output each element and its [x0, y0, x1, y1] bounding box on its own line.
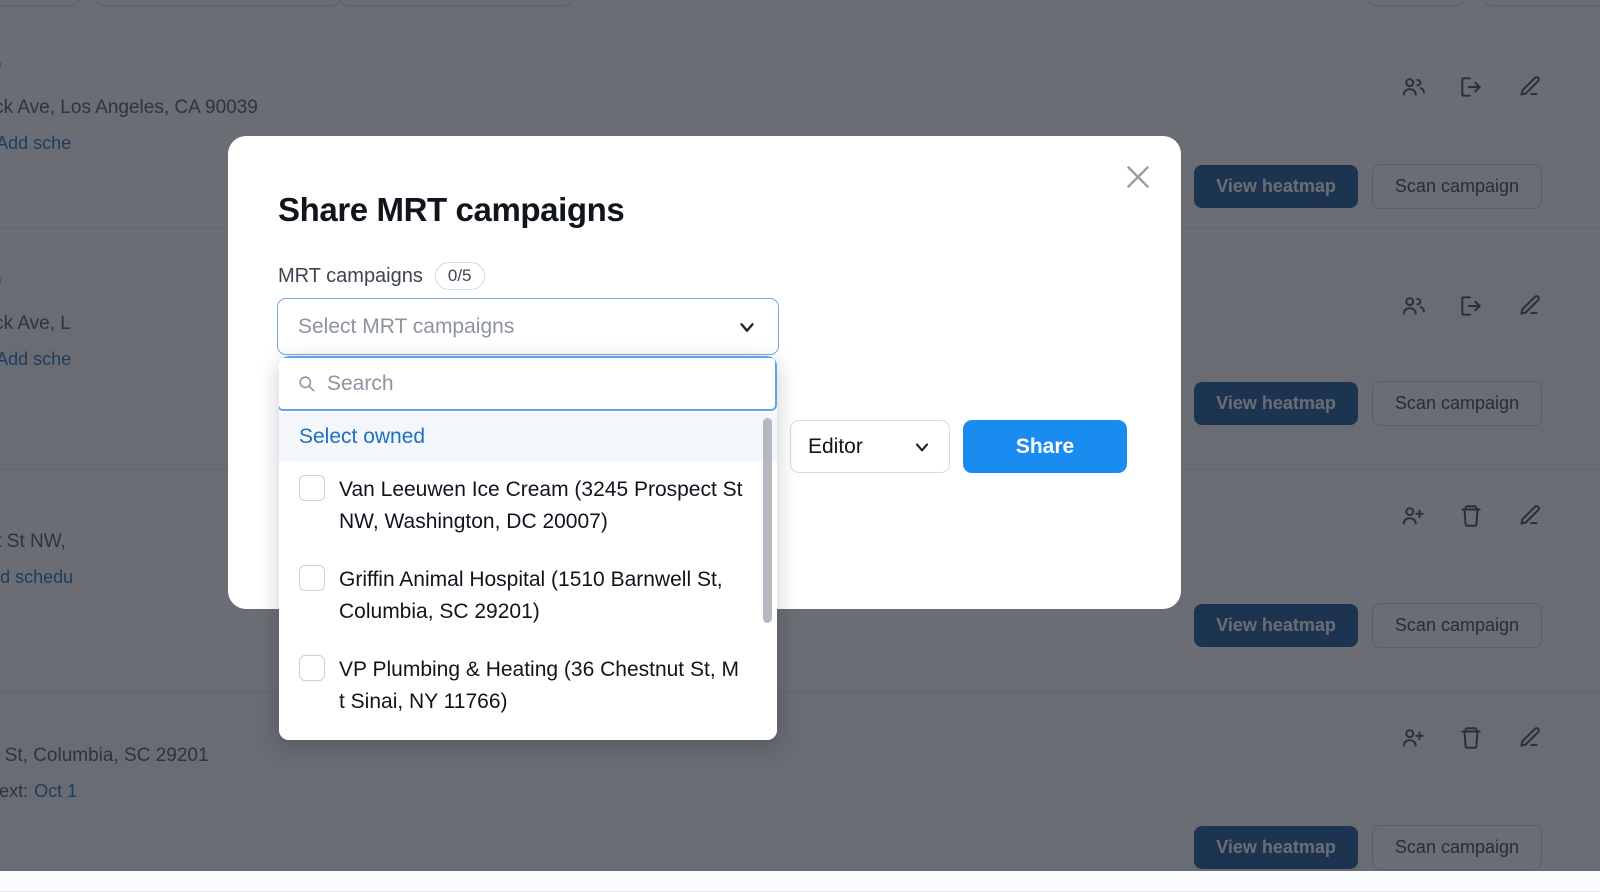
mrt-select-placeholder: Select MRT campaigns — [298, 315, 736, 339]
option-checkbox[interactable] — [299, 565, 325, 591]
dropdown-scrollbar-thumb[interactable] — [763, 418, 772, 623]
option-label: Van Leeuwen Ice Cream (3245 Prospect St … — [339, 474, 743, 538]
list-item[interactable]: Van Leeuwen Ice Cream (3245 Prospect St … — [279, 461, 777, 551]
role-select[interactable]: Editor — [790, 420, 950, 473]
role-select-value: Editor — [808, 435, 912, 459]
modal-title: Share MRT campaigns — [278, 191, 624, 229]
list-item[interactable]: Griffin Animal Hospital (1510 Barnwell S… — [279, 551, 777, 641]
mrt-campaigns-select[interactable]: Select MRT campaigns — [277, 298, 779, 355]
dropdown-scrollbar-track[interactable] — [763, 416, 772, 734]
field-label-row: MRT campaigns 0/5 — [278, 262, 485, 290]
select-owned-action[interactable]: Select owned — [279, 413, 777, 461]
mrt-campaigns-label: MRT campaigns — [278, 265, 423, 288]
chevron-down-icon — [912, 437, 932, 457]
mrt-campaigns-dropdown: Select owned Van Leeuwen Ice Cream (3245… — [279, 356, 777, 740]
option-label: VP Plumbing & Heating (36 Chestnut St, M… — [339, 654, 743, 718]
select-owned-label: Select owned — [299, 425, 425, 449]
option-label: Griffin Animal Hospital (1510 Barnwell S… — [339, 564, 743, 628]
option-checkbox[interactable] — [299, 655, 325, 681]
search-icon — [297, 374, 316, 393]
option-checkbox[interactable] — [299, 475, 325, 501]
selection-count-badge: 0/5 — [435, 262, 485, 290]
search-input[interactable] — [327, 372, 757, 396]
chevron-down-icon — [736, 316, 758, 338]
list-item[interactable]: VP Plumbing & Heating (36 Chestnut St, M… — [279, 641, 777, 731]
dropdown-option-list: Van Leeuwen Ice Cream (3245 Prospect St … — [279, 461, 777, 740]
dropdown-search-box[interactable] — [279, 356, 777, 411]
close-icon[interactable] — [1119, 158, 1157, 196]
share-button[interactable]: Share — [963, 420, 1127, 473]
dropdown-search-wrap — [279, 356, 777, 411]
